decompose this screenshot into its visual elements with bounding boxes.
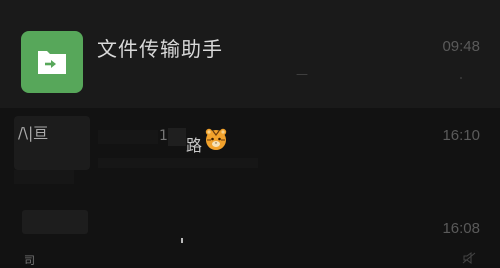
redacted-name (98, 130, 158, 144)
tiger-icon (205, 128, 227, 150)
contact-avatar (22, 210, 88, 234)
preview-marker (181, 238, 183, 243)
redacted-preview (98, 158, 258, 168)
preview-marker (460, 77, 462, 79)
chat-time: 09:48 (442, 38, 480, 55)
folder-forward-icon (38, 51, 66, 74)
redacted-block (14, 170, 74, 184)
chat-time: 16:08 (442, 220, 480, 237)
chat-row-file-transfer[interactable]: 文件传输助手 09:48 — (0, 0, 500, 108)
chat-preview: — (296, 67, 308, 81)
chat-time: 16:10 (442, 127, 480, 144)
redacted-name-part (168, 128, 186, 146)
contact-name-char: 路 (186, 136, 203, 155)
file-transfer-avatar (21, 31, 83, 93)
chat-title: 文件传输助手 (97, 37, 223, 61)
contact-avatar-glyph: 司 (24, 254, 35, 267)
contact-avatar-mark: /\|亘 (18, 124, 49, 142)
mute-icon (462, 252, 476, 264)
chat-list: 文件传输助手 09:48 — /\|亘 16 路 16:10 16:08 司 (0, 0, 500, 267)
